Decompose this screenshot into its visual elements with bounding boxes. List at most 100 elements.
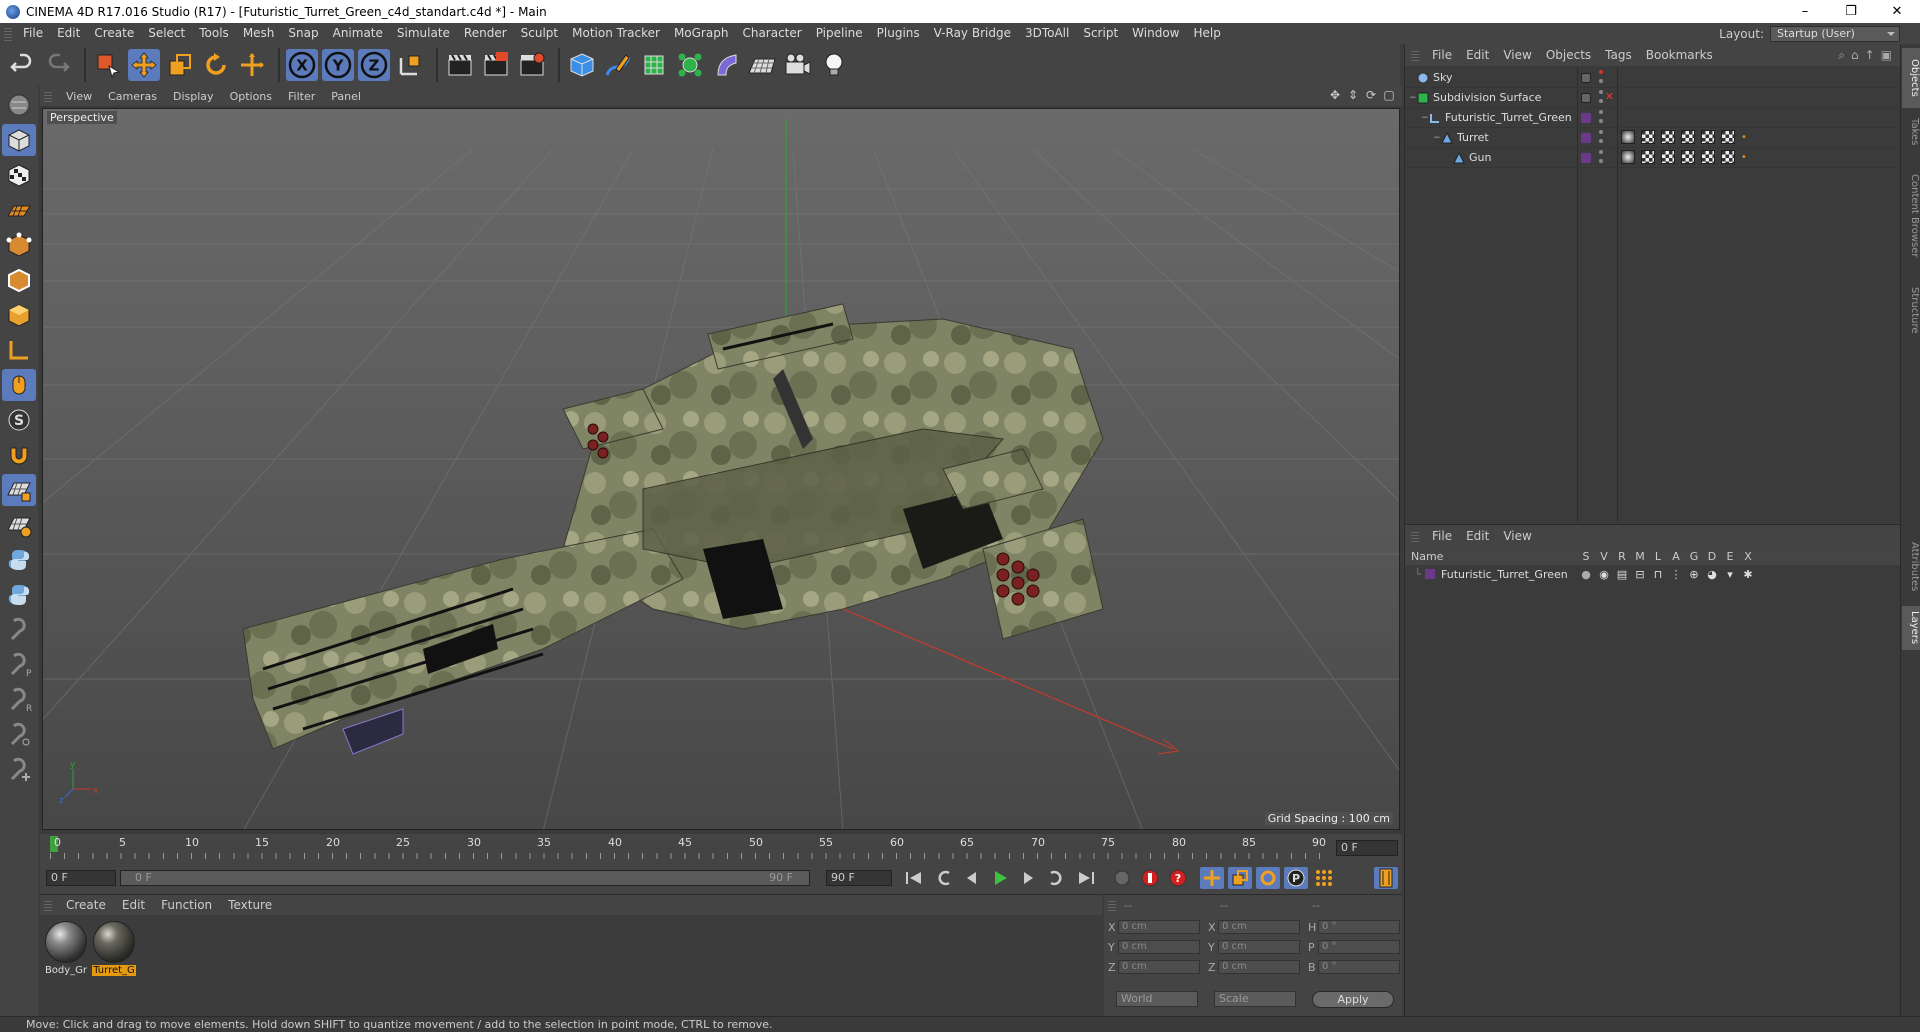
side-tab-objects[interactable]: Objects	[1902, 48, 1920, 108]
menu-simulate[interactable]: Simulate	[390, 23, 457, 44]
viewport-menu-view[interactable]: View	[58, 90, 100, 103]
render-dot-icon[interactable]	[1599, 130, 1603, 134]
layer-col-manager[interactable]: M	[1631, 550, 1649, 563]
spline-pen-button[interactable]	[602, 49, 634, 81]
menu-sculpt[interactable]: Sculpt	[514, 23, 565, 44]
close-button[interactable]: ✕	[1874, 0, 1920, 23]
layout-select[interactable]: Startup (User)	[1770, 25, 1900, 42]
layer-lock-icon[interactable]: ⊓	[1649, 568, 1667, 581]
scale-tool-button[interactable]	[164, 49, 196, 81]
size-y-field[interactable]: 0 cm	[1218, 940, 1300, 954]
layer-menu-view[interactable]: View	[1496, 529, 1538, 543]
material-menu-texture[interactable]: Texture	[220, 898, 280, 912]
menu-vray-bridge[interactable]: V-Ray Bridge	[927, 23, 1018, 44]
move-tool-button[interactable]	[128, 49, 160, 81]
restore-button[interactable]: ❐	[1828, 0, 1874, 23]
side-tab-takes[interactable]: Takes	[1902, 112, 1920, 152]
layer-col-locked[interactable]: L	[1649, 550, 1667, 563]
texture-tag-icon[interactable]	[1701, 130, 1715, 144]
tweak-mode-button[interactable]	[2, 369, 36, 401]
om-menu-tags[interactable]: Tags	[1598, 48, 1639, 62]
workplane-button[interactable]	[2, 194, 36, 226]
menu-script[interactable]: Script	[1076, 23, 1125, 44]
next-frame-button[interactable]	[1016, 867, 1040, 889]
menu-mograph[interactable]: MoGraph	[667, 23, 736, 44]
layer-col-name[interactable]: Name	[1405, 550, 1577, 563]
object-row[interactable]: Sky	[1405, 68, 1901, 88]
texture-tag-icon[interactable]	[1661, 150, 1675, 164]
layer-color-swatch[interactable]	[1425, 569, 1435, 579]
texture-tag-icon[interactable]	[1701, 150, 1715, 164]
material-tag-icon[interactable]	[1621, 150, 1635, 164]
menu-snap[interactable]: Snap	[281, 23, 325, 44]
next-key-button[interactable]	[1044, 867, 1068, 889]
phong-tag-icon[interactable]: •	[1741, 132, 1747, 143]
coordinate-mode-select[interactable]: Scale	[1214, 991, 1296, 1007]
layer-animation-icon[interactable]: ⋮	[1667, 568, 1685, 581]
start-frame-field[interactable]: 0 F	[46, 870, 116, 886]
floor-button[interactable]	[746, 49, 778, 81]
layer-view-eye-icon[interactable]: ◉	[1595, 568, 1613, 581]
render-dot-icon[interactable]	[1599, 110, 1603, 114]
layer-color-icon[interactable]	[1581, 112, 1591, 123]
position-y-field[interactable]: 0 cm	[1118, 940, 1200, 954]
layer-name[interactable]: Futuristic_Turret_Green	[1441, 568, 1577, 581]
model-mode-button[interactable]	[2, 124, 36, 156]
om-menu-bookmarks[interactable]: Bookmarks	[1639, 48, 1720, 62]
record-keys-button[interactable]	[1110, 867, 1134, 889]
cloner-button[interactable]	[674, 49, 706, 81]
light-button[interactable]	[818, 49, 850, 81]
editor-dot-icon[interactable]	[1599, 79, 1603, 83]
material-menu-function[interactable]: Function	[153, 898, 220, 912]
menu-3dtoall[interactable]: 3DToAll	[1018, 23, 1076, 44]
material-menu-create[interactable]: Create	[58, 898, 114, 912]
prev-frame-button[interactable]	[960, 867, 984, 889]
editor-dot-icon[interactable]	[1599, 119, 1603, 123]
menu-tools[interactable]: Tools	[192, 23, 236, 44]
layer-col-view[interactable]: V	[1595, 550, 1613, 563]
apply-button[interactable]: Apply	[1312, 991, 1394, 1008]
live-selection-button[interactable]	[92, 49, 124, 81]
texture-tag-icon[interactable]	[1681, 150, 1695, 164]
menu-create[interactable]: Create	[87, 23, 141, 44]
up-arrow-icon[interactable]: ↑	[1865, 48, 1875, 63]
texture-tag-icon[interactable]	[1661, 130, 1675, 144]
hook-tool-button-5[interactable]	[2, 754, 36, 786]
key-scale-button[interactable]	[1228, 867, 1252, 889]
prev-key-button[interactable]	[932, 867, 956, 889]
object-row[interactable]: Gun •	[1405, 148, 1901, 168]
transform-tool-button[interactable]	[236, 49, 268, 81]
rotation-p-field[interactable]: 0 °	[1318, 940, 1400, 954]
menu-window[interactable]: Window	[1125, 23, 1186, 44]
home-icon[interactable]: ⌂	[1851, 48, 1859, 63]
render-picture-viewer-button[interactable]	[480, 49, 512, 81]
coordinate-system-button[interactable]	[394, 49, 426, 81]
object-manager-grip-icon[interactable]	[1411, 49, 1419, 61]
texture-tag-icon[interactable]	[1721, 150, 1735, 164]
collapse-toggle-icon[interactable]: −	[1421, 113, 1429, 123]
disabled-x-icon[interactable]: ✕	[1605, 90, 1614, 103]
python-script-button-2[interactable]	[2, 579, 36, 611]
layer-col-generators[interactable]: G	[1685, 550, 1703, 563]
material-swatch-selected[interactable]: Turret_G	[92, 921, 136, 976]
key-rotation-button[interactable]	[1256, 867, 1280, 889]
cube-object-button[interactable]	[566, 49, 598, 81]
end-frame-field[interactable]: 90 F	[826, 870, 892, 886]
material-grip-icon[interactable]	[44, 899, 52, 911]
viewport-pan-icon[interactable]: ✥	[1328, 88, 1342, 102]
material-menu-edit[interactable]: Edit	[114, 898, 153, 912]
layer-col-xref[interactable]: X	[1739, 550, 1757, 563]
layer-color-icon[interactable]	[1581, 132, 1591, 143]
material-swatch[interactable]: Body_Gr	[44, 921, 88, 976]
subdivision-surface-button[interactable]	[638, 49, 670, 81]
layer-menu-file[interactable]: File	[1425, 529, 1459, 543]
om-menu-file[interactable]: File	[1425, 48, 1459, 62]
layer-menu-edit[interactable]: Edit	[1459, 529, 1496, 543]
collapse-toggle-icon[interactable]: −	[1433, 133, 1441, 143]
phong-tag-icon[interactable]: •	[1741, 152, 1747, 163]
object-row[interactable]: − Turret •	[1405, 128, 1901, 148]
edges-mode-button[interactable]	[2, 264, 36, 296]
menu-animate[interactable]: Animate	[326, 23, 390, 44]
layer-col-deformers[interactable]: D	[1703, 550, 1721, 563]
layer-solo-icon[interactable]: ●	[1577, 568, 1595, 581]
